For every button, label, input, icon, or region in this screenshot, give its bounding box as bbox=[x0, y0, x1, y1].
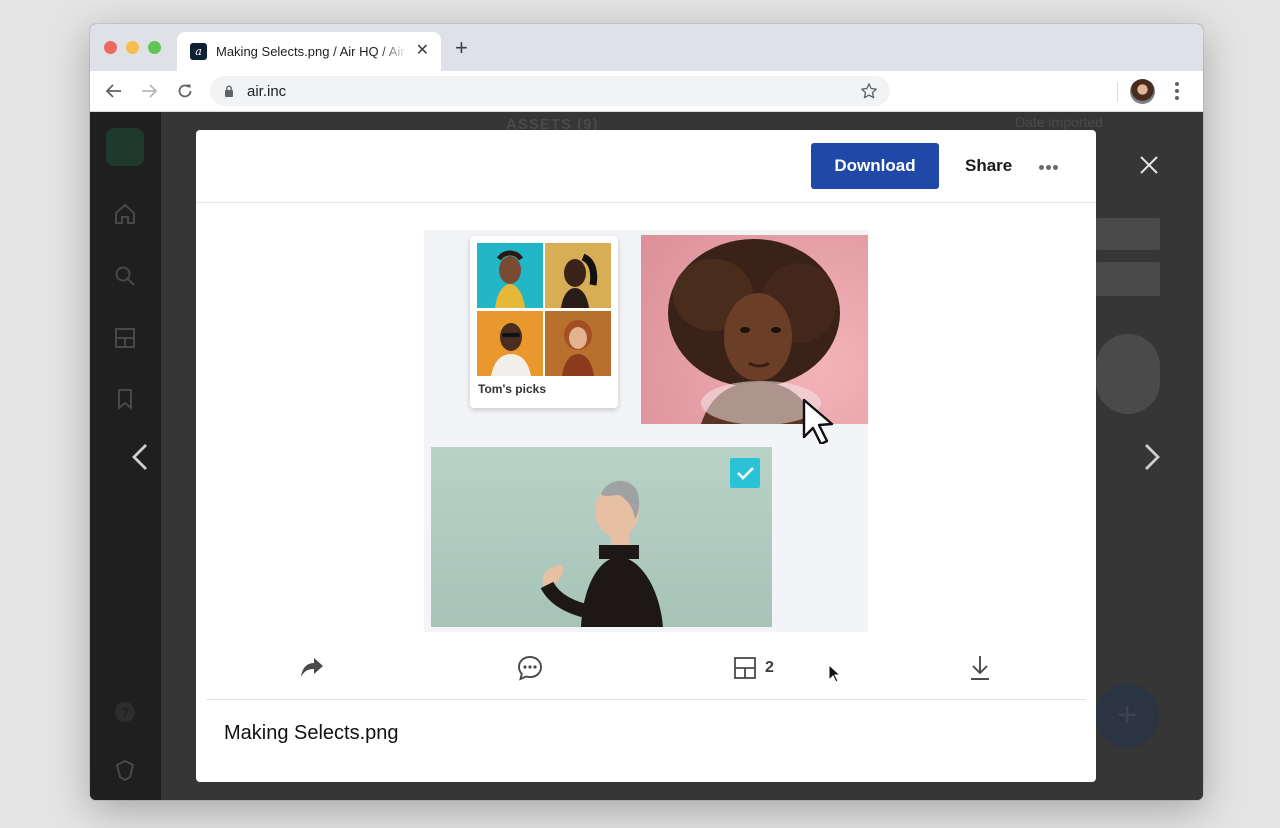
download-icon[interactable] bbox=[969, 654, 991, 682]
profile-avatar[interactable] bbox=[1130, 79, 1155, 104]
boards-icon[interactable] bbox=[113, 326, 137, 350]
sort-label[interactable]: Date imported bbox=[1015, 114, 1103, 130]
reload-icon[interactable] bbox=[172, 78, 198, 104]
browser-menu-icon[interactable] bbox=[1170, 80, 1184, 104]
forward-icon[interactable] bbox=[136, 78, 162, 104]
back-icon[interactable] bbox=[101, 78, 127, 104]
close-modal-icon[interactable] bbox=[1140, 156, 1158, 174]
search-icon[interactable] bbox=[113, 264, 137, 288]
new-tab-icon[interactable]: + bbox=[455, 37, 468, 59]
modal-divider bbox=[206, 699, 1086, 700]
portrait-photo-silver-hair bbox=[431, 447, 772, 627]
browser-toolbar: air.inc bbox=[90, 71, 1203, 112]
board-card: Tom's picks bbox=[470, 236, 618, 408]
toolbar-divider bbox=[1117, 82, 1118, 102]
asset-modal: Download Share Tom's picks 2 Making Sele… bbox=[196, 130, 1096, 782]
board-photo bbox=[477, 311, 543, 376]
svg-text:?: ? bbox=[121, 705, 129, 720]
previous-asset-icon[interactable] bbox=[130, 442, 150, 472]
home-icon[interactable] bbox=[113, 202, 137, 226]
versions-icon bbox=[734, 657, 756, 679]
workspace-logo[interactable] bbox=[106, 128, 144, 166]
comment-icon[interactable] bbox=[516, 654, 544, 682]
tab-bar: a Making Selects.png / Air HQ / Air ✕ + bbox=[90, 24, 1203, 71]
versions-count: 2 bbox=[765, 659, 774, 676]
asset-preview: Tom's picks bbox=[424, 230, 868, 632]
background-thumbnail bbox=[1096, 218, 1160, 250]
page-content: ? ASSETS (9) Date imported + Download Sh… bbox=[90, 112, 1203, 800]
board-photo bbox=[545, 311, 611, 376]
modal-header: Download Share bbox=[196, 130, 1096, 203]
minimize-window-button[interactable] bbox=[126, 41, 139, 54]
board-photo bbox=[477, 243, 543, 308]
close-window-button[interactable] bbox=[104, 41, 117, 54]
board-photo bbox=[545, 243, 611, 308]
pointer-cursor-icon bbox=[802, 398, 834, 444]
help-icon[interactable]: ? bbox=[113, 700, 137, 724]
more-options-icon[interactable] bbox=[1039, 157, 1063, 175]
asset-actions: 2 bbox=[196, 648, 1096, 688]
portrait-photo-curly-hair bbox=[641, 235, 868, 424]
share-button[interactable]: Share bbox=[965, 143, 1012, 189]
board-card-label: Tom's picks bbox=[478, 382, 546, 396]
versions-button[interactable]: 2 bbox=[734, 654, 774, 682]
shield-icon[interactable] bbox=[113, 758, 137, 782]
share-arrow-icon[interactable] bbox=[300, 654, 324, 682]
address-bar[interactable]: air.inc bbox=[210, 76, 890, 106]
bookmark-icon[interactable] bbox=[113, 387, 137, 411]
download-button[interactable]: Download bbox=[811, 143, 939, 189]
maximize-window-button[interactable] bbox=[148, 41, 161, 54]
board-card-grid bbox=[477, 243, 611, 376]
url-text: air.inc bbox=[247, 83, 287, 100]
background-thumbnail bbox=[1096, 334, 1160, 414]
selected-checkbox[interactable] bbox=[730, 458, 760, 488]
tab-close-icon[interactable]: ✕ bbox=[416, 43, 429, 59]
asset-filename: Making Selects.png bbox=[224, 722, 399, 744]
background-thumbnail bbox=[1096, 262, 1160, 296]
browser-tab[interactable]: a Making Selects.png / Air HQ / Air ✕ bbox=[177, 32, 441, 71]
browser-window: a Making Selects.png / Air HQ / Air ✕ + … bbox=[90, 24, 1203, 800]
tab-title: Making Selects.png / Air HQ / Air bbox=[216, 44, 405, 59]
next-asset-icon[interactable] bbox=[1142, 442, 1162, 472]
mouse-cursor-icon bbox=[828, 664, 841, 683]
bookmark-star-icon[interactable] bbox=[860, 82, 878, 100]
air-favicon-icon: a bbox=[190, 43, 207, 60]
app-sidebar: ? bbox=[90, 112, 161, 800]
lock-icon bbox=[225, 85, 233, 97]
add-fab-button[interactable]: + bbox=[1095, 684, 1159, 748]
